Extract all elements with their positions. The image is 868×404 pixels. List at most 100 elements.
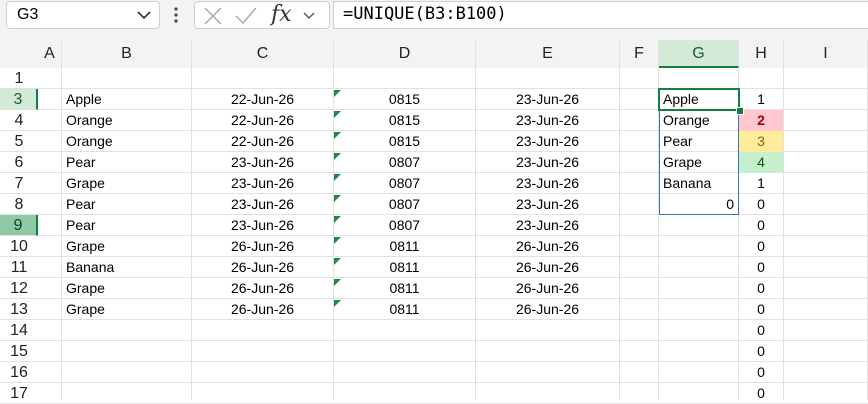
cell-d8[interactable]: 0807 xyxy=(334,194,475,215)
cell-b13[interactable]: Grape xyxy=(62,299,191,320)
cell-c4[interactable]: 22-Jun-26 xyxy=(192,110,333,131)
cell-g4[interactable]: Orange xyxy=(659,110,738,131)
cell-h6[interactable]: 4 xyxy=(739,152,783,173)
cell-e15[interactable] xyxy=(476,341,619,362)
cell-g3[interactable]: Apple xyxy=(659,89,738,110)
cell-b17[interactable] xyxy=(62,383,191,404)
cell-e11[interactable]: 26-Jun-26 xyxy=(476,257,619,278)
cell-b1[interactable] xyxy=(62,68,191,89)
column-header-d[interactable]: D xyxy=(334,40,476,68)
row-header-13[interactable]: 13 xyxy=(0,299,38,320)
error-indicator-icon[interactable] xyxy=(334,216,341,223)
cell-b4[interactable]: Orange xyxy=(62,110,191,131)
column-header-h[interactable]: H xyxy=(739,40,784,68)
error-indicator-icon[interactable] xyxy=(334,153,341,160)
cell-e10[interactable]: 26-Jun-26 xyxy=(476,236,619,257)
cell-c15[interactable] xyxy=(192,341,333,362)
cell-h1[interactable] xyxy=(739,68,783,89)
cell-d4[interactable]: 0815 xyxy=(334,110,475,131)
cell-e1[interactable] xyxy=(476,68,619,89)
cell-h4[interactable]: 2 xyxy=(739,110,783,131)
cell-c3[interactable]: 22-Jun-26 xyxy=(192,89,333,110)
error-indicator-icon[interactable] xyxy=(334,300,341,307)
row-header-8[interactable]: 8 xyxy=(0,194,38,215)
cell-d14[interactable] xyxy=(334,320,475,341)
cell-g13[interactable] xyxy=(659,299,738,320)
cell-d15[interactable] xyxy=(334,341,475,362)
cell-c8[interactable]: 23-Jun-26 xyxy=(192,194,333,215)
cell-d5[interactable]: 0815 xyxy=(334,131,475,152)
cell-c12[interactable]: 26-Jun-26 xyxy=(192,278,333,299)
cancel-icon[interactable] xyxy=(203,6,223,26)
row-header-1[interactable]: 1 xyxy=(0,68,38,89)
cell-d10[interactable]: 0811 xyxy=(334,236,475,257)
cell-e3[interactable]: 23-Jun-26 xyxy=(476,89,619,110)
cell-h16[interactable]: 0 xyxy=(739,362,783,383)
cell-d11[interactable]: 0811 xyxy=(334,257,475,278)
cell-e4[interactable]: 23-Jun-26 xyxy=(476,110,619,131)
cell-h10[interactable]: 0 xyxy=(739,236,783,257)
error-indicator-icon[interactable] xyxy=(334,258,341,265)
cell-b6[interactable]: Pear xyxy=(62,152,191,173)
cell-h14[interactable]: 0 xyxy=(739,320,783,341)
row-header-9[interactable]: 9 xyxy=(0,215,38,236)
cell-e16[interactable] xyxy=(476,362,619,383)
cell-g1[interactable] xyxy=(659,68,738,89)
column-header-a[interactable]: A xyxy=(38,40,62,68)
cell-e17[interactable] xyxy=(476,383,619,404)
cell-h12[interactable]: 0 xyxy=(739,278,783,299)
cell-h9[interactable]: 0 xyxy=(739,215,783,236)
cell-c14[interactable] xyxy=(192,320,333,341)
cell-g17[interactable] xyxy=(659,383,738,404)
cell-e7[interactable]: 23-Jun-26 xyxy=(476,173,619,194)
worksheet-grid[interactable]: Apple 22-Jun-26 0815 23-Jun-26 Apple 1 Orange 2… xyxy=(38,68,868,404)
cell-c5[interactable]: 22-Jun-26 xyxy=(192,131,333,152)
row-header-7[interactable]: 7 xyxy=(0,173,38,194)
row-header-16[interactable]: 16 xyxy=(0,362,38,383)
cell-d6[interactable]: 0807 xyxy=(334,152,475,173)
cell-g12[interactable] xyxy=(659,278,738,299)
cell-h7[interactable]: 1 xyxy=(739,173,783,194)
row-header-3[interactable]: 3 xyxy=(0,89,38,110)
cell-b15[interactable] xyxy=(62,341,191,362)
cell-e9[interactable]: 23-Jun-26 xyxy=(476,215,619,236)
name-box[interactable]: G3 xyxy=(6,1,160,29)
cell-g15[interactable] xyxy=(659,341,738,362)
fill-handle[interactable] xyxy=(736,107,744,115)
cell-g10[interactable] xyxy=(659,236,738,257)
cell-d13[interactable]: 0811 xyxy=(334,299,475,320)
cell-h3[interactable]: 1 xyxy=(739,89,783,110)
cell-g16[interactable] xyxy=(659,362,738,383)
row-header-17[interactable]: 17 xyxy=(0,383,38,404)
cell-h13[interactable]: 0 xyxy=(739,299,783,320)
error-indicator-icon[interactable] xyxy=(334,195,341,202)
cell-b12[interactable]: Grape xyxy=(62,278,191,299)
cell-b3[interactable]: Apple xyxy=(62,89,191,110)
cell-b10[interactable]: Grape xyxy=(62,236,191,257)
chevron-down-icon[interactable] xyxy=(137,10,151,20)
cell-g14[interactable] xyxy=(659,320,738,341)
cell-h11[interactable]: 0 xyxy=(739,257,783,278)
cell-c16[interactable] xyxy=(192,362,333,383)
cell-c10[interactable]: 26-Jun-26 xyxy=(192,236,333,257)
row-header-10[interactable]: 10 xyxy=(0,236,38,257)
row-header-14[interactable]: 14 xyxy=(0,320,38,341)
cell-b5[interactable]: Orange xyxy=(62,131,191,152)
cell-b8[interactable]: Pear xyxy=(62,194,191,215)
cell-e12[interactable]: 26-Jun-26 xyxy=(476,278,619,299)
formula-input[interactable]: =UNIQUE(B3:B100) xyxy=(333,1,868,29)
cell-e14[interactable] xyxy=(476,320,619,341)
cell-e13[interactable]: 26-Jun-26 xyxy=(476,299,619,320)
cell-c11[interactable]: 26-Jun-26 xyxy=(192,257,333,278)
cell-b14[interactable] xyxy=(62,320,191,341)
row-header-4[interactable]: 4 xyxy=(0,110,38,131)
enter-check-icon[interactable] xyxy=(235,6,257,26)
cell-h8[interactable]: 0 xyxy=(739,194,783,215)
cell-d7[interactable]: 0807 xyxy=(334,173,475,194)
cell-g5[interactable]: Pear xyxy=(659,131,738,152)
cell-c7[interactable]: 23-Jun-26 xyxy=(192,173,333,194)
cell-g11[interactable] xyxy=(659,257,738,278)
column-header-b[interactable]: B xyxy=(62,40,192,68)
error-indicator-icon[interactable] xyxy=(334,279,341,286)
cell-b16[interactable] xyxy=(62,362,191,383)
